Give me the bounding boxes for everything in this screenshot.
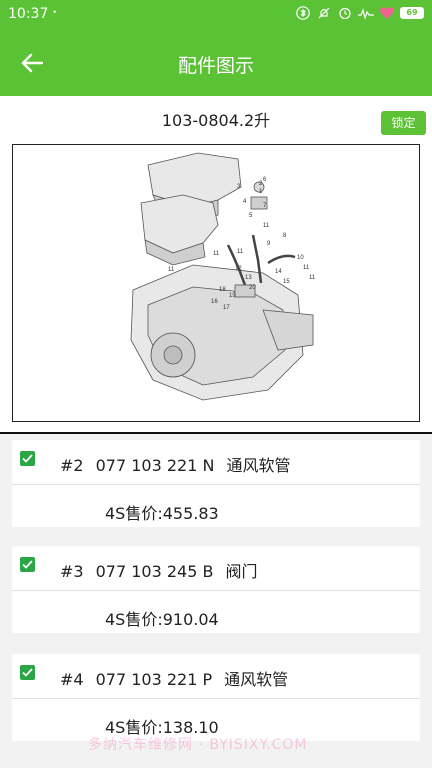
part-card[interactable]: #4 077 103 221 P 通风软管 4S售价:138.10 xyxy=(12,654,420,741)
callout-label: 9 xyxy=(267,241,271,247)
part-index: #4 xyxy=(60,670,84,689)
battery-icon: 69 xyxy=(400,7,424,19)
part-price: 4S售价:455.83 xyxy=(105,504,219,523)
status-bar: 10:37 • 69 xyxy=(0,0,432,30)
callout-label: 11 xyxy=(213,251,220,257)
callout-label: 16 xyxy=(211,299,218,305)
page-title: 配件图示 xyxy=(177,55,254,77)
callout-label: 13 xyxy=(245,275,252,281)
part-row[interactable]: #2 077 103 221 N 通风软管 xyxy=(12,440,420,485)
mute-icon xyxy=(316,5,332,21)
part-number: 077 103 245 B xyxy=(95,562,214,581)
lock-button[interactable]: 锁定 xyxy=(381,111,426,135)
check-icon xyxy=(22,454,33,463)
part-name: 通风软管 xyxy=(224,670,289,689)
callout-label: 6 xyxy=(263,177,267,183)
callout-label: 11 xyxy=(263,223,270,229)
part-index: #2 xyxy=(60,456,84,475)
part-card[interactable]: #2 077 103 221 N 通风软管 4S售价:455.83 xyxy=(12,440,420,527)
callout-label: 8 xyxy=(283,233,287,239)
app-bar: 配件图示 xyxy=(0,30,432,96)
part-index: #3 xyxy=(60,562,84,581)
part-checkbox[interactable] xyxy=(20,665,35,680)
part-row[interactable]: #3 077 103 245 B 阀门 xyxy=(12,546,420,591)
callout-label: 20 xyxy=(249,285,256,291)
callout-label: 11 xyxy=(309,275,316,281)
callout-label: 11 xyxy=(237,249,244,255)
part-number: 077 103 221 P xyxy=(95,670,213,689)
part-price: 4S售价:910.04 xyxy=(105,610,219,629)
status-icons: 69 xyxy=(295,5,424,21)
signal-icon xyxy=(358,5,374,21)
part-name: 阀门 xyxy=(225,562,258,581)
heart-icon xyxy=(379,5,395,21)
part-checkbox[interactable] xyxy=(20,557,35,572)
callout-label: 17 xyxy=(223,305,230,311)
sub-header: 103-0804.2升 锁定 xyxy=(0,96,432,138)
part-name: 通风软管 xyxy=(226,456,291,475)
callout-label: 15 xyxy=(283,279,290,285)
watermark: 多纳汽车维修网 · BYISIXY.COM xyxy=(88,737,308,753)
part-row[interactable]: #4 077 103 221 P 通风软管 xyxy=(12,654,420,699)
part-number: 077 103 221 N xyxy=(95,456,215,475)
part-card[interactable]: #3 077 103 245 B 阀门 4S售价:910.04 xyxy=(12,546,420,633)
diagram-area: 3 4 5 6 7 11 11 11 11 8 9 10 11 11 12 13… xyxy=(0,138,432,434)
part-checkbox[interactable] xyxy=(20,451,35,466)
callout-label: 11 xyxy=(303,265,310,271)
callout-label: 19 xyxy=(229,293,236,299)
parts-list: #2 077 103 221 N 通风软管 4S售价:455.83 #3 077 10… xyxy=(0,436,432,768)
alarm-icon xyxy=(337,5,353,21)
status-time: 10:37 xyxy=(8,6,49,22)
model-title: 103-0804.2升 xyxy=(161,111,271,130)
callout-label: 14 xyxy=(275,269,282,275)
callout-label: 5 xyxy=(249,213,253,219)
check-icon xyxy=(22,560,33,569)
callout-label: 18 xyxy=(219,287,226,293)
parts-diagram[interactable]: 3 4 5 6 7 11 11 11 11 8 9 10 11 11 12 13… xyxy=(12,144,420,422)
callout-label: 4 xyxy=(243,199,247,205)
engine-illustration: 3 4 5 6 7 11 11 11 11 8 9 10 11 11 12 13… xyxy=(130,152,316,401)
notification-dot: • xyxy=(52,8,58,18)
callout-label: 11 xyxy=(168,267,175,273)
callout-label: 10 xyxy=(297,255,304,261)
bluetooth-icon xyxy=(295,5,311,21)
callout-label: 12 xyxy=(235,266,242,272)
check-icon xyxy=(22,668,33,677)
